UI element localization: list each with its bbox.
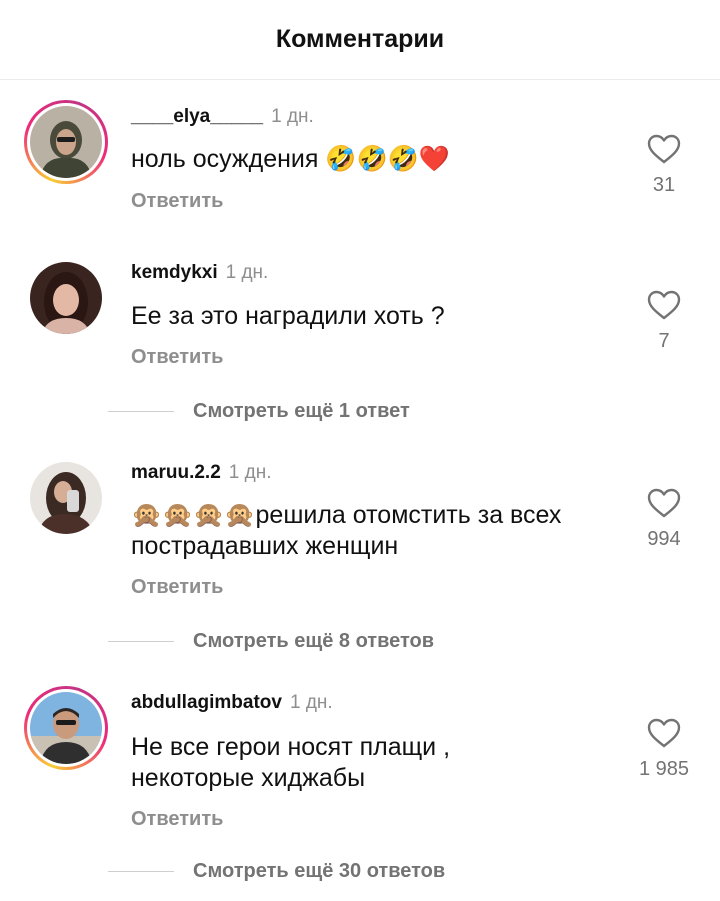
heart-icon[interactable] [647,134,681,164]
username[interactable]: abdullagimbatov [131,692,282,713]
divider [108,871,174,872]
comment-text: Не все герои носят плащи , некоторые хид… [131,733,451,792]
reply-button[interactable]: Ответить [131,576,223,599]
reply-button[interactable]: Ответить [131,808,223,831]
avatar[interactable] [24,686,108,770]
heart-icon[interactable] [647,718,681,748]
like-count: 1 985 [638,758,690,780]
view-replies-button[interactable]: Смотреть ещё 8 ответов [108,630,434,653]
comment-text: Ее за это наградили хоть ? [131,302,445,330]
heart-icon[interactable] [647,290,681,320]
view-replies-button[interactable]: Смотреть ещё 1 ответ [108,400,410,423]
view-replies-button[interactable]: Смотреть ещё 30 ответов [108,860,445,883]
timestamp: 1 дн. [228,462,272,483]
avatar-image [30,106,102,178]
divider [108,641,174,642]
comments-header: Комментарии [0,0,720,80]
view-replies-label: Смотреть ещё 1 ответ [193,400,410,422]
reply-button[interactable]: Ответить [131,346,223,369]
like-count: 994 [647,528,681,550]
timestamp: 1 дн. [225,262,269,283]
heart-icon[interactable] [647,488,681,518]
page-title: Комментарии [275,25,445,53]
avatar-image [30,462,102,534]
reply-button[interactable]: Ответить [131,190,223,213]
username[interactable]: maruu.2.2 [131,462,221,483]
like-count: 31 [652,174,676,196]
timestamp: 1 дн. [289,692,333,713]
comment-text: ноль осуждения 🤣🤣🤣❤️ [131,145,450,173]
avatar[interactable] [24,100,108,184]
like-count: 7 [658,330,670,352]
username[interactable]: ____elya_____ [131,106,263,127]
avatar-image [30,692,102,764]
comment-text: 🙊🙊🙊🙊решила отомстить за всех пострадавши… [131,501,562,560]
avatar[interactable] [24,256,108,340]
timestamp: 1 дн. [271,106,314,127]
avatar-image [30,262,102,334]
username[interactable]: kemdykxi [131,262,218,283]
divider [108,411,174,412]
view-replies-label: Смотреть ещё 30 ответов [193,860,446,882]
view-replies-label: Смотреть ещё 8 ответов [193,630,435,652]
avatar[interactable] [24,456,108,540]
